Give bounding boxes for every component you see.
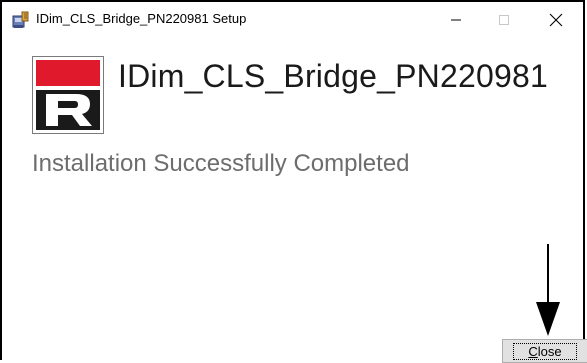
window-title: IDim_CLS_Bridge_PN220981 Setup (36, 11, 247, 26)
close-icon (549, 13, 563, 27)
maximize-icon (499, 15, 509, 25)
close-button-label: Close (513, 343, 577, 360)
installation-status: Installation Successfully Completed (32, 150, 410, 177)
maximize-button[interactable] (481, 2, 527, 38)
installer-app-icon[interactable] (12, 11, 30, 29)
product-name: IDim_CLS_Bridge_PN220981 (118, 58, 548, 94)
product-logo (32, 56, 104, 134)
title-bar: IDim_CLS_Bridge_PN220981 Setup (2, 2, 583, 38)
window-close-button[interactable] (533, 2, 579, 38)
setup-window: IDim_CLS_Bridge_PN220981 Setup IDim_CLS_… (0, 0, 585, 360)
arrow-down-icon (536, 244, 560, 336)
close-button[interactable]: Close (502, 339, 587, 363)
minimize-button[interactable] (433, 2, 479, 38)
minimize-icon (451, 19, 461, 21)
